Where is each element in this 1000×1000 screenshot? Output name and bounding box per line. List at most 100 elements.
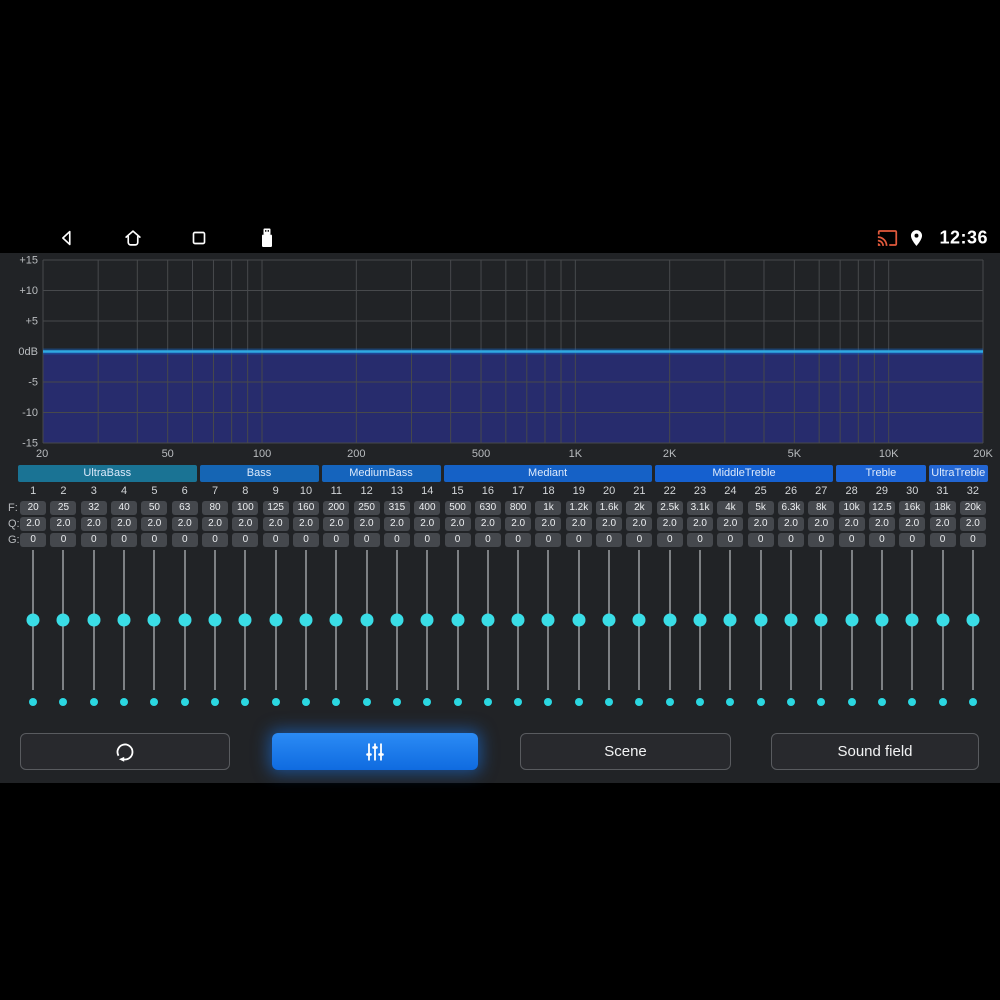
band-category-mediumbass[interactable]: MediumBass — [321, 465, 441, 482]
slider-knob[interactable] — [875, 613, 889, 627]
back-icon[interactable] — [56, 227, 78, 249]
band-gain-slider[interactable] — [473, 550, 503, 690]
band-frequency-value[interactable]: 20 — [20, 501, 47, 515]
band-q-value[interactable]: 2.0 — [596, 517, 623, 531]
band-q-value[interactable]: 2.0 — [626, 517, 653, 531]
slider-knob[interactable] — [966, 613, 980, 627]
band-gain-slider[interactable] — [139, 550, 169, 690]
band-q-value[interactable]: 2.0 — [838, 517, 865, 531]
band-gain-slider[interactable] — [382, 550, 412, 690]
slider-knob[interactable] — [269, 613, 283, 627]
band-gain-slider[interactable] — [776, 550, 806, 690]
band-gain-slider[interactable] — [715, 550, 745, 690]
slider-knob[interactable] — [87, 613, 101, 627]
band-gain-value[interactable]: 0 — [202, 533, 229, 547]
slider-knob[interactable] — [329, 613, 343, 627]
band-gain-value[interactable]: 0 — [929, 533, 956, 547]
band-frequency-value[interactable]: 500 — [444, 501, 471, 515]
band-gain-slider[interactable] — [867, 550, 897, 690]
band-gain-value[interactable]: 0 — [474, 533, 501, 547]
band-q-value[interactable]: 2.0 — [141, 517, 168, 531]
band-gain-value[interactable]: 0 — [777, 533, 804, 547]
slider-knob[interactable] — [511, 613, 525, 627]
band-gain-slider[interactable] — [958, 550, 988, 690]
band-q-value[interactable]: 2.0 — [20, 517, 47, 531]
band-gain-slider[interactable] — [503, 550, 533, 690]
home-icon[interactable] — [122, 227, 144, 249]
slider-knob[interactable] — [147, 613, 161, 627]
band-gain-slider[interactable] — [412, 550, 442, 690]
band-gain-slider[interactable] — [48, 550, 78, 690]
band-frequency-value[interactable]: 250 — [353, 501, 380, 515]
band-frequency-value[interactable]: 400 — [414, 501, 441, 515]
slider-knob[interactable] — [784, 613, 798, 627]
scene-button[interactable]: Scene — [520, 733, 731, 770]
slider-knob[interactable] — [481, 613, 495, 627]
band-q-value[interactable]: 2.0 — [262, 517, 289, 531]
band-frequency-value[interactable]: 3.1k — [687, 501, 714, 515]
band-frequency-value[interactable]: 200 — [323, 501, 350, 515]
band-q-value[interactable]: 2.0 — [656, 517, 683, 531]
band-q-value[interactable]: 2.0 — [444, 517, 471, 531]
band-gain-value[interactable]: 0 — [262, 533, 289, 547]
band-gain-slider[interactable] — [442, 550, 472, 690]
band-gain-value[interactable]: 0 — [899, 533, 926, 547]
band-q-value[interactable]: 2.0 — [323, 517, 350, 531]
slider-knob[interactable] — [572, 613, 586, 627]
band-category-ultrabass[interactable]: UltraBass — [18, 465, 197, 482]
band-frequency-value[interactable]: 16k — [899, 501, 926, 515]
slider-knob[interactable] — [693, 613, 707, 627]
band-gain-slider[interactable] — [685, 550, 715, 690]
band-frequency-value[interactable]: 80 — [202, 501, 229, 515]
band-gain-value[interactable]: 0 — [565, 533, 592, 547]
band-q-value[interactable]: 2.0 — [353, 517, 380, 531]
band-category-treble[interactable]: Treble — [836, 465, 926, 482]
band-category-ultratreble[interactable]: UltraTreble — [928, 465, 988, 482]
band-frequency-value[interactable]: 630 — [474, 501, 501, 515]
band-frequency-value[interactable]: 4k — [717, 501, 744, 515]
band-gain-slider[interactable] — [79, 550, 109, 690]
slider-knob[interactable] — [754, 613, 768, 627]
band-gain-value[interactable]: 0 — [80, 533, 107, 547]
slider-knob[interactable] — [663, 613, 677, 627]
recents-icon[interactable] — [188, 227, 210, 249]
band-frequency-value[interactable]: 5k — [747, 501, 774, 515]
band-gain-slider[interactable] — [746, 550, 776, 690]
band-gain-value[interactable]: 0 — [717, 533, 744, 547]
band-gain-slider[interactable] — [109, 550, 139, 690]
band-gain-value[interactable]: 0 — [656, 533, 683, 547]
band-gain-value[interactable]: 0 — [596, 533, 623, 547]
band-q-value[interactable]: 2.0 — [202, 517, 229, 531]
band-gain-slider[interactable] — [261, 550, 291, 690]
band-gain-value[interactable]: 0 — [505, 533, 532, 547]
band-q-value[interactable]: 2.0 — [383, 517, 410, 531]
band-gain-value[interactable]: 0 — [687, 533, 714, 547]
band-gain-slider[interactable] — [564, 550, 594, 690]
band-gain-value[interactable]: 0 — [535, 533, 562, 547]
band-q-value[interactable]: 2.0 — [687, 517, 714, 531]
slider-knob[interactable] — [117, 613, 131, 627]
band-category-mediant[interactable]: Mediant — [443, 465, 652, 482]
band-q-value[interactable]: 2.0 — [50, 517, 77, 531]
slider-knob[interactable] — [360, 613, 374, 627]
band-q-value[interactable]: 2.0 — [111, 517, 138, 531]
band-q-value[interactable]: 2.0 — [232, 517, 259, 531]
slider-knob[interactable] — [451, 613, 465, 627]
band-gain-value[interactable]: 0 — [444, 533, 471, 547]
band-gain-slider[interactable] — [291, 550, 321, 690]
band-frequency-value[interactable]: 100 — [232, 501, 259, 515]
band-frequency-value[interactable]: 1.2k — [565, 501, 592, 515]
band-frequency-value[interactable]: 25 — [50, 501, 77, 515]
band-frequency-value[interactable]: 8k — [808, 501, 835, 515]
slider-knob[interactable] — [845, 613, 859, 627]
band-gain-slider[interactable] — [18, 550, 48, 690]
band-frequency-value[interactable]: 160 — [292, 501, 319, 515]
band-gain-value[interactable]: 0 — [111, 533, 138, 547]
band-q-value[interactable]: 2.0 — [717, 517, 744, 531]
band-frequency-value[interactable]: 125 — [262, 501, 289, 515]
sound-field-button[interactable]: Sound field — [771, 733, 979, 770]
slider-knob[interactable] — [26, 613, 40, 627]
band-frequency-value[interactable]: 63 — [171, 501, 198, 515]
band-gain-slider[interactable] — [594, 550, 624, 690]
band-frequency-value[interactable]: 1.6k — [596, 501, 623, 515]
